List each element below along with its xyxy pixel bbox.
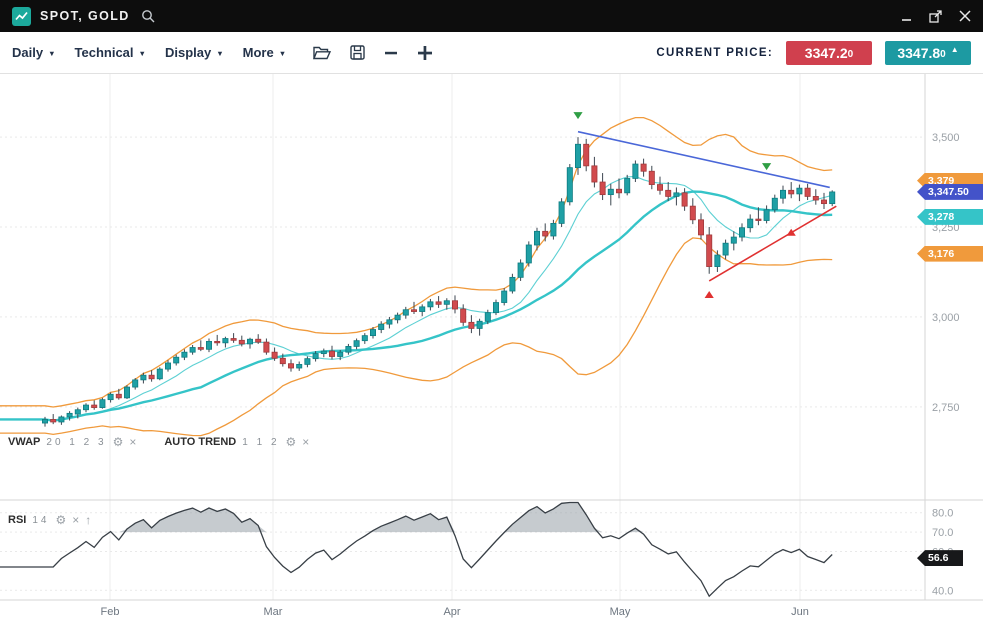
bid-pip: 0 bbox=[848, 49, 854, 60]
ask-badge: 3347.80 ▲ bbox=[885, 41, 971, 65]
menu-more[interactable]: More ▼ bbox=[243, 45, 287, 60]
window-title: SPOT, GOLD bbox=[40, 9, 130, 23]
zoom-in-icon[interactable] bbox=[417, 45, 433, 61]
ask-value: 3347.8 bbox=[897, 45, 940, 61]
auto-trend-label: AUTO TREND bbox=[164, 436, 236, 448]
titlebar: SPOT, GOLD bbox=[0, 0, 983, 32]
svg-text:40.0: 40.0 bbox=[932, 585, 953, 597]
rsi-settings-gear-icon[interactable]: ⚙ bbox=[55, 514, 66, 526]
ask-pip: 0 bbox=[940, 49, 946, 60]
svg-text:60.0: 60.0 bbox=[932, 547, 953, 559]
svg-text:3,000: 3,000 bbox=[932, 312, 960, 324]
vwap-label: VWAP bbox=[8, 436, 40, 448]
menu-display[interactable]: Display ▼ bbox=[165, 45, 224, 60]
overlay-indicator-legend: VWAP 20 1 2 3 ⚙ × AUTO TREND 1 1 2 ⚙ × bbox=[8, 436, 309, 448]
vwap-params: 20 1 2 3 bbox=[46, 437, 106, 448]
chevron-down-icon: ▼ bbox=[216, 47, 223, 58]
trend-marker-down bbox=[573, 112, 582, 119]
menu-more-label: More bbox=[243, 45, 274, 60]
svg-text:Apr: Apr bbox=[443, 606, 460, 618]
chevron-down-icon: ▼ bbox=[279, 47, 286, 58]
trend-marker-down bbox=[762, 163, 771, 170]
save-icon[interactable] bbox=[350, 45, 365, 60]
vwap-remove-icon[interactable]: × bbox=[129, 436, 136, 448]
auto-trend-params: 1 1 2 bbox=[242, 437, 279, 448]
svg-text:May: May bbox=[610, 606, 631, 618]
auto-trend-settings-gear-icon[interactable]: ⚙ bbox=[286, 436, 297, 448]
current-price-group: CURRENT PRICE: 3347.20 3347.80▲ bbox=[656, 41, 971, 65]
minimize-button[interactable] bbox=[901, 11, 912, 22]
svg-text:3,500: 3,500 bbox=[932, 132, 960, 144]
price-up-arrow-icon: ▲ bbox=[951, 45, 959, 54]
rsi-overbought-shading bbox=[0, 503, 832, 533]
auto-downtrend bbox=[578, 132, 830, 188]
trend-marker-up bbox=[705, 291, 714, 298]
menu-daily-label: Daily bbox=[12, 45, 43, 60]
current-price-label: CURRENT PRICE: bbox=[656, 47, 773, 59]
panel-expand-arrow-icon[interactable]: ↑ bbox=[85, 514, 91, 526]
search-icon[interactable] bbox=[141, 9, 155, 23]
gridlines bbox=[0, 74, 983, 600]
axis-labels: Feb Mar Apr May Jun 3,500 3,250 3,000 2,750 80.0 7… bbox=[101, 132, 960, 618]
chevron-down-icon: ▼ bbox=[139, 47, 146, 58]
rsi-line bbox=[0, 503, 832, 597]
open-folder-icon[interactable] bbox=[313, 46, 331, 60]
menu-timeframe-daily[interactable]: Daily ▼ bbox=[12, 45, 56, 60]
rsi-label: RSI bbox=[8, 514, 26, 526]
menu-technical[interactable]: Technical ▼ bbox=[75, 45, 146, 60]
menu-display-label: Display bbox=[165, 45, 211, 60]
svg-text:70.0: 70.0 bbox=[932, 527, 953, 539]
svg-text:2,750: 2,750 bbox=[932, 402, 960, 414]
rsi-params: 14 bbox=[32, 515, 49, 526]
svg-text:Jun: Jun bbox=[791, 606, 809, 618]
svg-text:Feb: Feb bbox=[101, 606, 120, 618]
vwap-settings-gear-icon[interactable]: ⚙ bbox=[113, 436, 124, 448]
popout-button[interactable] bbox=[929, 10, 942, 23]
menu-technical-label: Technical bbox=[75, 45, 134, 60]
svg-text:80.0: 80.0 bbox=[932, 508, 953, 520]
app-logo-icon bbox=[12, 7, 31, 26]
rsi-remove-icon[interactable]: × bbox=[72, 514, 79, 526]
trend-marker-up bbox=[787, 229, 796, 236]
candles bbox=[42, 137, 834, 427]
svg-text:Mar: Mar bbox=[264, 606, 283, 618]
auto-trend-remove-icon[interactable]: × bbox=[302, 436, 309, 448]
fast-ma-line bbox=[0, 176, 832, 420]
chart-area: Feb Mar Apr May Jun 3,500 3,250 3,000 2,750 80.0 7… bbox=[0, 74, 983, 621]
rsi-plot bbox=[0, 503, 832, 597]
bid-value: 3347.2 bbox=[805, 45, 848, 61]
price-chart-canvas[interactable]: Feb Mar Apr May Jun 3,500 3,250 3,000 2,750 80.0 7… bbox=[0, 74, 983, 621]
chevron-down-icon: ▼ bbox=[48, 47, 55, 58]
rsi-indicator-legend: RSI 14 ⚙ × ↑ bbox=[8, 514, 91, 526]
bid-badge: 3347.20 bbox=[786, 41, 872, 65]
close-button[interactable] bbox=[959, 10, 971, 22]
zoom-out-icon[interactable] bbox=[384, 46, 398, 60]
toolbar: Daily ▼ Technical ▼ Display ▼ More ▼ CUR… bbox=[0, 32, 983, 74]
svg-text:3,250: 3,250 bbox=[932, 222, 960, 234]
